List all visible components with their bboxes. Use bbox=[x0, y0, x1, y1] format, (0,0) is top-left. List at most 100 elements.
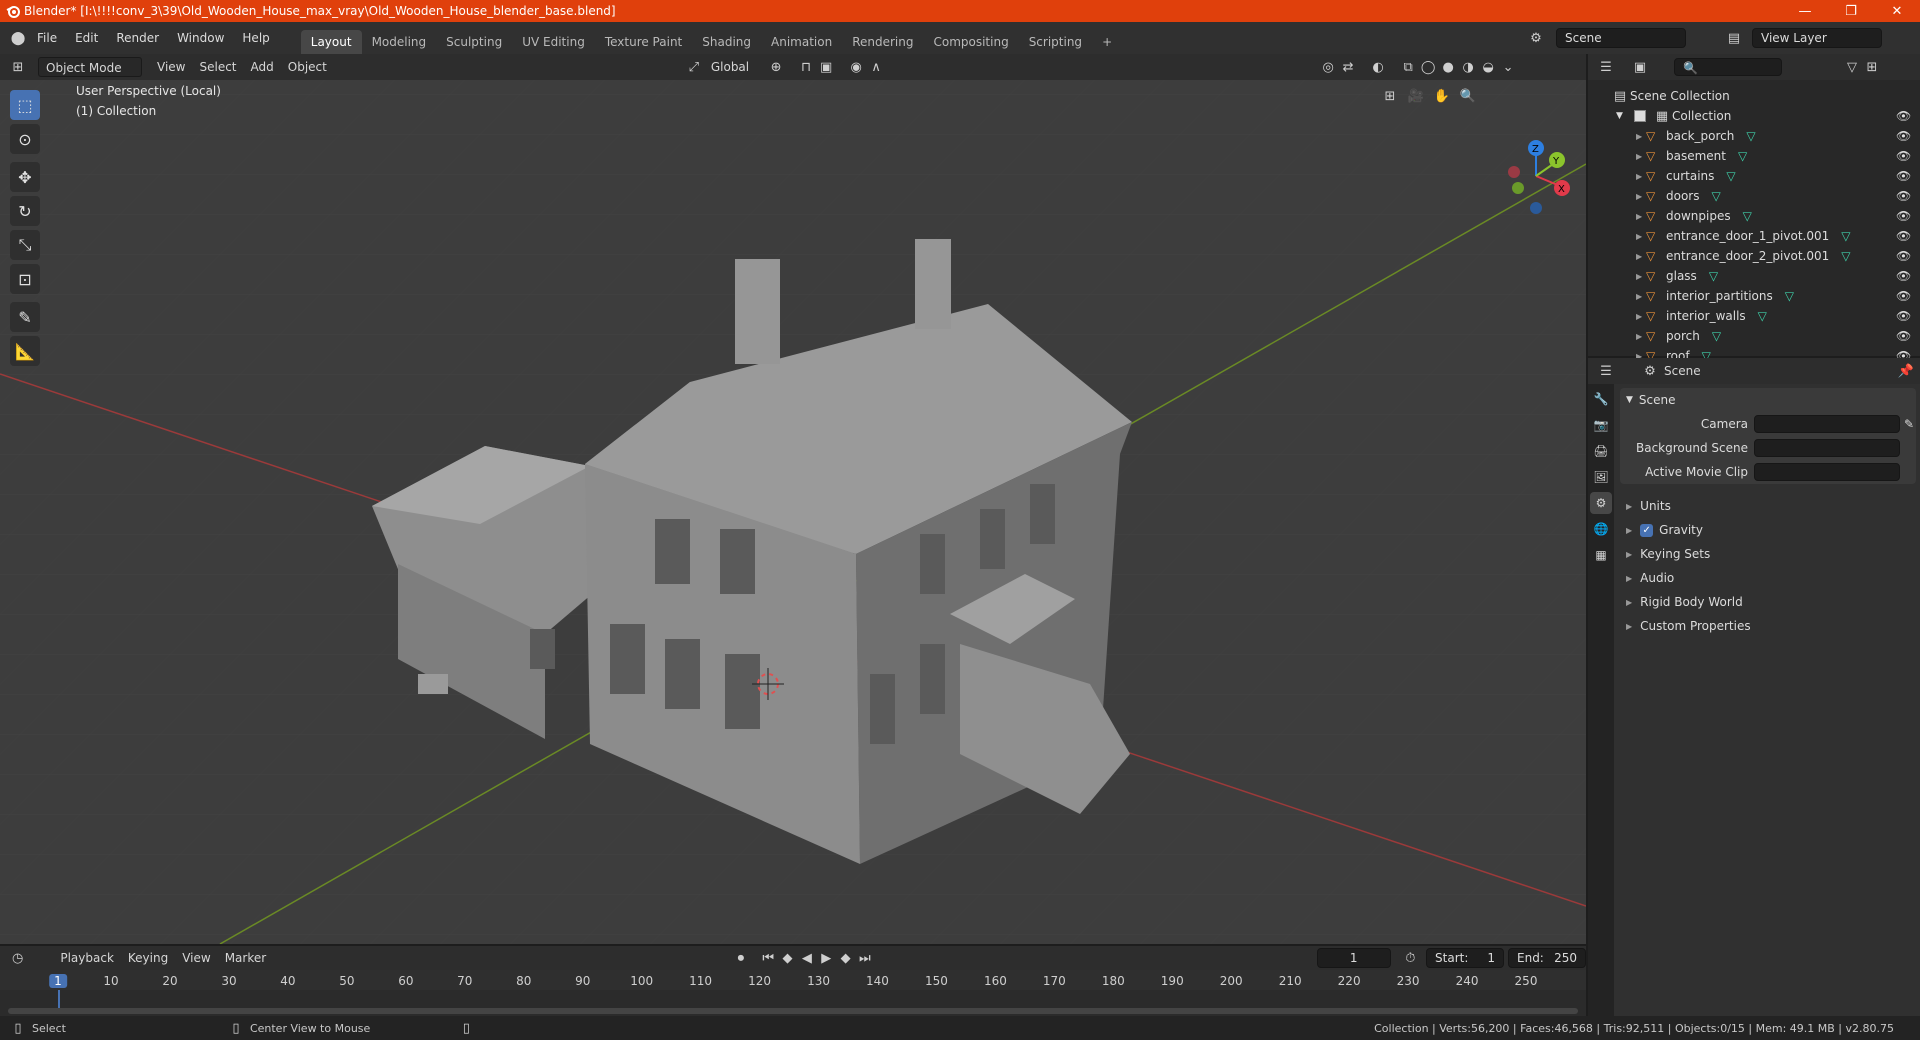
texture-tab-icon[interactable]: ▦ bbox=[1590, 544, 1612, 566]
timeline-menu-keying[interactable]: Keying bbox=[121, 948, 175, 968]
timeline-menu-view[interactable]: View bbox=[175, 948, 217, 968]
object-visibility-icon[interactable]: 👁 bbox=[1896, 149, 1911, 163]
mesh-data-icon[interactable]: ▽ bbox=[1712, 329, 1721, 343]
expand-object-icon[interactable]: ▶ bbox=[1636, 192, 1646, 201]
mode-selector[interactable]: Object Mode bbox=[38, 57, 142, 77]
properties-subpanel[interactable]: ▶ Audio bbox=[1620, 566, 1916, 590]
prev-keyframe-icon[interactable]: ◆ bbox=[778, 948, 797, 968]
timeline-editor-type-icon[interactable]: ◷ bbox=[8, 948, 27, 968]
tab-texture-paint[interactable]: Texture Paint bbox=[595, 30, 692, 54]
cursor-tool-icon[interactable]: ⊙ bbox=[10, 124, 40, 154]
properties-subpanel[interactable]: ▶ Keying Sets bbox=[1620, 542, 1916, 566]
mesh-data-icon[interactable]: ▽ bbox=[1712, 189, 1721, 203]
properties-editor-type-icon[interactable]: ☰ bbox=[1596, 361, 1616, 381]
tab-compositing[interactable]: Compositing bbox=[923, 30, 1018, 54]
current-frame-indicator[interactable]: 1 bbox=[49, 974, 67, 988]
scene-selector[interactable]: Scene bbox=[1556, 28, 1686, 48]
view-layer-tab-icon[interactable]: 🖼 bbox=[1590, 466, 1612, 488]
expand-object-icon[interactable]: ▶ bbox=[1636, 252, 1646, 261]
snap-target-icon[interactable]: ▣ bbox=[816, 57, 836, 77]
minimize-button[interactable]: — bbox=[1782, 0, 1828, 22]
properties-subpanel[interactable]: ▶ Rigid Body World bbox=[1620, 590, 1916, 614]
expand-object-icon[interactable]: ▶ bbox=[1636, 332, 1646, 341]
expand-object-icon[interactable]: ▶ bbox=[1636, 312, 1646, 321]
expand-object-icon[interactable]: ▶ bbox=[1636, 272, 1646, 281]
object-visibility-icon[interactable]: 👁 bbox=[1896, 189, 1911, 203]
mesh-data-icon[interactable]: ▽ bbox=[1709, 269, 1718, 283]
object-visibility-icon[interactable]: 👁 bbox=[1896, 289, 1911, 303]
record-icon[interactable]: ⏺ bbox=[731, 948, 750, 968]
properties-subpanel[interactable]: ▶ Units bbox=[1620, 494, 1916, 518]
mesh-data-icon[interactable]: ▽ bbox=[1743, 209, 1752, 223]
expand-object-icon[interactable]: ▶ bbox=[1636, 292, 1646, 301]
measure-tool-icon[interactable]: 📐 bbox=[10, 336, 40, 366]
filter-icon[interactable]: ▽ bbox=[1842, 57, 1862, 77]
expand-object-icon[interactable]: ▶ bbox=[1636, 132, 1646, 141]
scene-tab-icon[interactable]: ⚙ bbox=[1590, 492, 1612, 514]
outliner-row-object[interactable]: ▶ ▽ back_porch ▽ 👁 bbox=[1588, 126, 1920, 146]
timeline-menu-marker[interactable]: Marker bbox=[218, 948, 273, 968]
next-keyframe-icon[interactable]: ◆ bbox=[836, 948, 855, 968]
active-movie-clip-field[interactable] bbox=[1754, 463, 1900, 481]
xray-toggle-icon[interactable]: ⧉ bbox=[1398, 57, 1418, 77]
eyedropper-icon[interactable]: ✎ bbox=[1904, 417, 1914, 431]
outliner-row-object[interactable]: ▶ ▽ interior_partitions ▽ 👁 bbox=[1588, 286, 1920, 306]
snap-icon[interactable]: ⊓ bbox=[796, 57, 816, 77]
object-visibility-icon[interactable]: 👁 bbox=[1896, 249, 1911, 263]
timeline-menu-playback[interactable]: Playback bbox=[53, 948, 121, 968]
outliner-row-collection[interactable]: ▼ ▦ Collection 👁 bbox=[1588, 106, 1920, 126]
editor-type-icon[interactable]: ⊞ bbox=[8, 57, 28, 77]
scale-tool-icon[interactable]: ⤡ bbox=[10, 230, 40, 260]
overlay-toggle-icon[interactable]: ◐ bbox=[1368, 57, 1388, 77]
scene-section-header[interactable]: ▼ Scene bbox=[1620, 388, 1916, 412]
play-icon[interactable]: ▶ bbox=[817, 948, 836, 968]
transform-orientation-selector[interactable]: Global bbox=[704, 57, 756, 77]
tab-shading[interactable]: Shading bbox=[692, 30, 761, 54]
outliner-row-object[interactable]: ▶ ▽ glass ▽ 👁 bbox=[1588, 266, 1920, 286]
menu-edit[interactable]: Edit bbox=[66, 28, 107, 48]
tool-tab-icon[interactable]: 🔧 bbox=[1590, 388, 1612, 410]
object-visibility-icon[interactable]: 👁 bbox=[1896, 129, 1911, 143]
playhead-line[interactable] bbox=[58, 990, 60, 1008]
output-tab-icon[interactable]: 🖨 bbox=[1590, 440, 1612, 462]
expand-object-icon[interactable]: ▶ bbox=[1636, 212, 1646, 221]
shading-material-icon[interactable]: ◑ bbox=[1458, 57, 1478, 77]
pivot-point-icon[interactable]: ⊕ bbox=[766, 57, 786, 77]
viewport-menu-view[interactable]: View bbox=[150, 57, 192, 77]
mesh-data-icon[interactable]: ▽ bbox=[1841, 249, 1850, 263]
tab-uv-editing[interactable]: UV Editing bbox=[512, 30, 595, 54]
3d-viewport[interactable]: Z X Y ⊞ Object Mode View Select Add Obje… bbox=[0, 54, 1586, 944]
object-visibility-icon[interactable]: 👁 bbox=[1896, 169, 1911, 183]
expand-collection-icon[interactable]: ▼ bbox=[1616, 111, 1628, 121]
current-frame-field[interactable]: 1 bbox=[1316, 948, 1391, 968]
expand-object-icon[interactable]: ▶ bbox=[1636, 152, 1646, 161]
background-scene-field[interactable] bbox=[1754, 439, 1900, 457]
viewport-menu-select[interactable]: Select bbox=[192, 57, 243, 77]
world-tab-icon[interactable]: 🌐 bbox=[1590, 518, 1612, 540]
camera-field[interactable] bbox=[1754, 415, 1900, 433]
view-layer-selector[interactable]: View Layer bbox=[1752, 28, 1882, 48]
outliner-row-object[interactable]: ▶ ▽ porch ▽ 👁 bbox=[1588, 326, 1920, 346]
outliner-search-input[interactable]: 🔍 bbox=[1674, 58, 1782, 76]
camera-view-icon[interactable]: 🎥 bbox=[1406, 86, 1426, 106]
outliner-row-object[interactable]: ▶ ▽ curtains ▽ 👁 bbox=[1588, 166, 1920, 186]
properties-subpanel[interactable]: ▶ ✓ Gravity bbox=[1620, 518, 1916, 542]
proportional-edit-icon[interactable]: ◉ bbox=[846, 57, 866, 77]
outliner-row-scene-collection[interactable]: ▤ Scene Collection bbox=[1588, 86, 1920, 106]
shading-rendered-icon[interactable]: ◒ bbox=[1478, 57, 1498, 77]
render-tab-icon[interactable]: 📷 bbox=[1590, 414, 1612, 436]
object-visibility-icon[interactable]: 👁 bbox=[1896, 309, 1911, 323]
display-mode-icon[interactable]: ▣ bbox=[1630, 57, 1650, 77]
jump-end-icon[interactable]: ⏭ bbox=[855, 948, 874, 968]
object-visibility-icon[interactable]: 👁 bbox=[1896, 229, 1911, 243]
end-frame-field[interactable]: End: 250 bbox=[1508, 948, 1586, 968]
mesh-data-icon[interactable]: ▽ bbox=[1746, 129, 1755, 143]
tab-sculpting[interactable]: Sculpting bbox=[436, 30, 512, 54]
start-frame-field[interactable]: Start: 1 bbox=[1426, 948, 1504, 968]
select-box-tool-icon[interactable]: ⬚ bbox=[10, 90, 40, 120]
menu-window[interactable]: Window bbox=[168, 28, 233, 48]
shading-solid-icon[interactable]: ● bbox=[1438, 57, 1458, 77]
menu-help[interactable]: Help bbox=[233, 28, 278, 48]
viewport-menu-object[interactable]: Object bbox=[281, 57, 334, 77]
tab-modeling[interactable]: Modeling bbox=[362, 30, 437, 54]
